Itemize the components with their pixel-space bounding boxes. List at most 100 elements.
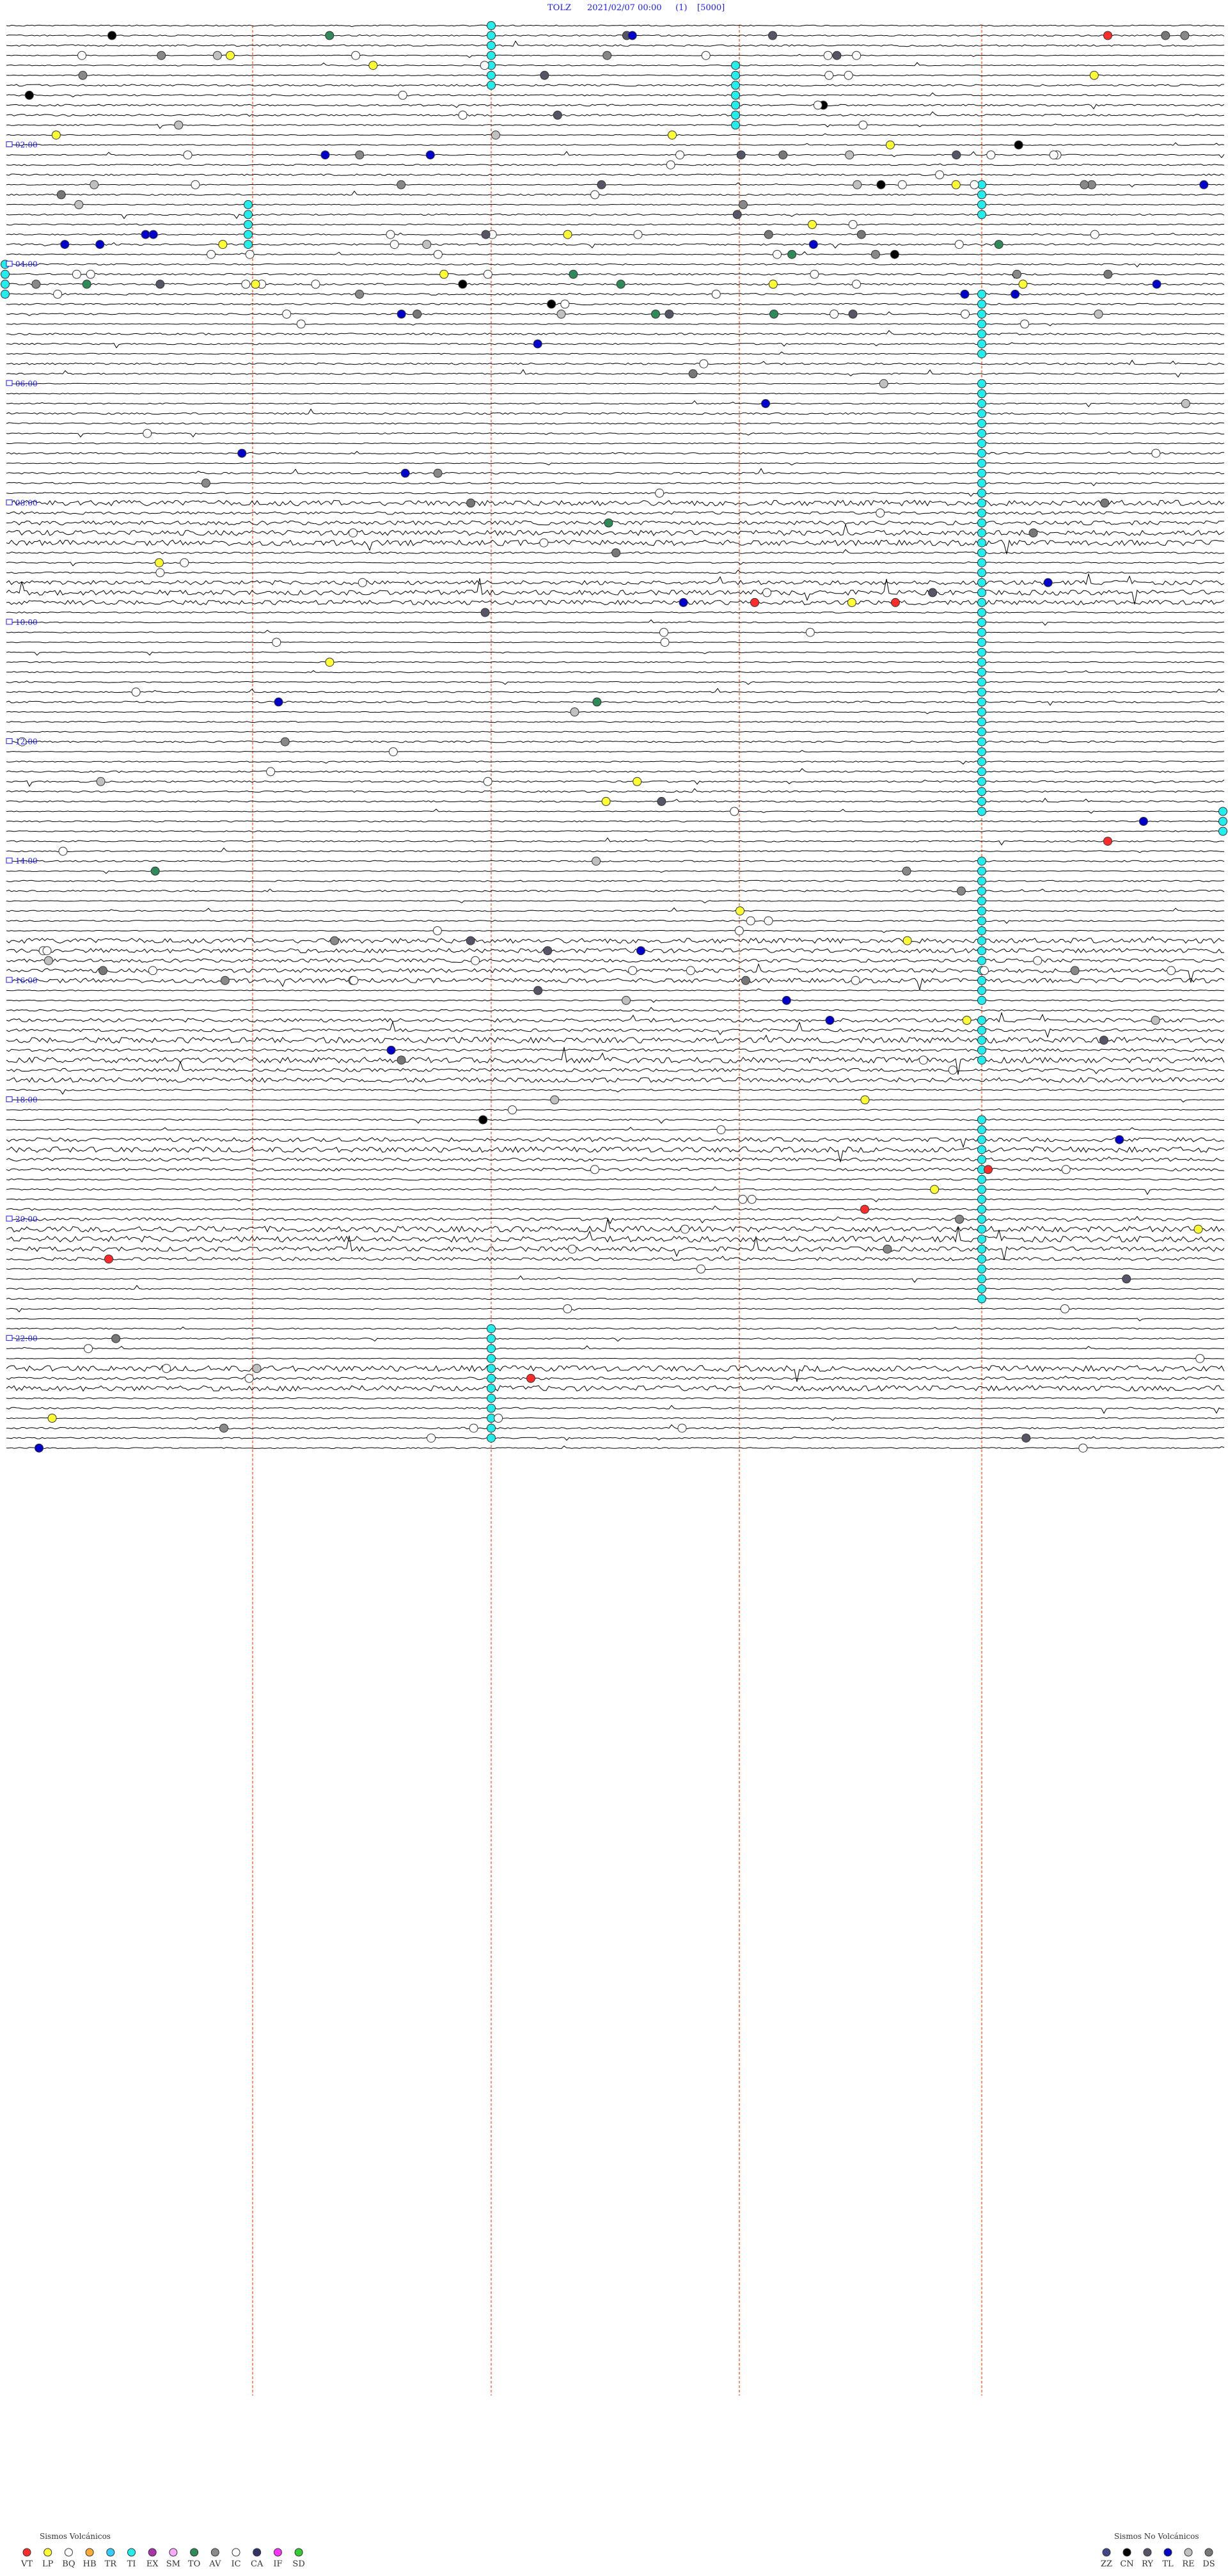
seismic-trace-row (6, 860, 1225, 862)
seismic-trace-row (6, 670, 1225, 674)
event-marker-ti (487, 31, 496, 40)
legend-swatch-to (190, 2548, 199, 2557)
event-marker-bq (155, 568, 165, 578)
seismic-trace-row (6, 283, 1225, 286)
seismic-trace-row (6, 1397, 1225, 1400)
seismic-trace-row (6, 798, 1225, 803)
seismic-trace-row (6, 1436, 1225, 1441)
event-marker-re (96, 777, 106, 786)
seismic-trace-row (6, 731, 1225, 733)
event-marker-ry (732, 210, 742, 219)
event-marker-ti (977, 707, 986, 716)
event-marker-ti (977, 190, 986, 200)
event-marker-tl (148, 230, 158, 239)
event-marker-ds (1103, 269, 1113, 279)
event-marker-ti (977, 1205, 986, 1214)
event-marker-ti (977, 956, 986, 965)
seismic-trace-row (6, 1098, 1225, 1103)
seismic-trace-row (6, 1424, 1225, 1430)
legend-swatch-ex (148, 2548, 157, 2557)
event-marker-ds (856, 230, 866, 239)
event-marker-ti (977, 687, 986, 697)
seismic-trace-row (6, 520, 1225, 526)
seismic-trace-row (6, 24, 1225, 28)
event-marker-lp (1193, 1224, 1203, 1234)
event-marker-bq (471, 956, 480, 965)
event-marker-ic (349, 976, 359, 985)
event-marker-ti (977, 518, 986, 528)
seismic-trace-row (6, 232, 1225, 236)
event-marker-ti (977, 498, 986, 508)
event-marker-ti (977, 638, 986, 647)
event-marker-ti (977, 200, 986, 209)
seismic-trace-row (6, 323, 1225, 326)
event-marker-to (994, 240, 1004, 249)
event-marker-ti (1, 280, 10, 289)
event-marker-ic (349, 528, 358, 538)
seismic-trace-row (6, 173, 1225, 177)
hour-tick-box (6, 141, 13, 148)
legend-swatch-bq (64, 2548, 73, 2557)
hour-tick-box (6, 380, 13, 386)
event-marker-ti (977, 796, 986, 806)
event-marker-vt (1103, 837, 1112, 846)
seismic-trace-row (6, 1385, 1225, 1392)
legend-code-to: TO (188, 2559, 200, 2569)
seismic-trace-row (6, 879, 1225, 882)
event-marker-lp (1018, 280, 1028, 289)
legend-swatch-cn (1122, 2548, 1131, 2557)
legend-swatch-sm (169, 2548, 178, 2557)
event-marker-bq (1078, 1443, 1088, 1453)
event-marker-ic (1020, 319, 1030, 329)
event-markers (1, 21, 1227, 1453)
seismic-trace-row (6, 1205, 1225, 1211)
event-marker-re (212, 51, 222, 60)
legend-code-av: AV (209, 2559, 221, 2569)
event-marker-ti (977, 916, 986, 926)
event-marker-tl (141, 230, 150, 239)
seismic-trace-row (6, 1256, 1225, 1261)
event-marker-ry (466, 936, 475, 945)
seismic-trace-row (6, 500, 1225, 507)
hour-tick-box (6, 977, 13, 983)
event-marker-bq (979, 966, 989, 976)
legend-swatch-vt (22, 2548, 31, 2557)
event-marker-tl (1138, 817, 1148, 826)
event-marker-ry (832, 51, 842, 60)
legend-swatch-tr (106, 2548, 115, 2557)
event-marker-ti (977, 1045, 986, 1055)
event-marker-ti (977, 597, 986, 607)
event-marker-ti (487, 1364, 496, 1373)
legend-code-sm: SM (166, 2559, 180, 2569)
event-marker-ic (734, 926, 744, 935)
event-marker-lp (251, 280, 260, 289)
event-marker-ic (851, 976, 860, 985)
event-marker-ry (543, 946, 553, 956)
event-marker-ti (977, 379, 986, 388)
seismic-trace-row (6, 1178, 1225, 1181)
event-marker-cn (876, 180, 886, 189)
event-marker-ti (977, 936, 986, 945)
event-marker-ti (977, 647, 986, 657)
seismic-trace-row (6, 1297, 1225, 1300)
event-marker-lp (667, 130, 677, 140)
event-marker-to (616, 280, 626, 289)
event-marker-tl (1011, 289, 1020, 299)
seismic-trace-row (6, 84, 1224, 87)
event-marker-ti (731, 81, 740, 90)
seismic-trace-row (6, 988, 1225, 992)
legend-code-ic: IC (231, 2559, 240, 2569)
event-marker-re (550, 1095, 560, 1105)
seismic-trace-row (6, 597, 1225, 606)
event-marker-tl (808, 240, 818, 249)
seismic-trace-row (6, 651, 1225, 656)
event-marker-ds (397, 1055, 406, 1065)
seismic-trace-row (6, 619, 1225, 626)
start-datetime: 2021/02/07 00:00 (587, 3, 662, 13)
legend-code-cn: CN (1120, 2559, 1133, 2569)
seismic-trace-row (6, 1198, 1225, 1203)
seismic-trace-row (6, 111, 1225, 117)
event-marker-re (90, 180, 99, 189)
event-marker-lp (1089, 70, 1099, 80)
event-marker-to (150, 866, 160, 876)
